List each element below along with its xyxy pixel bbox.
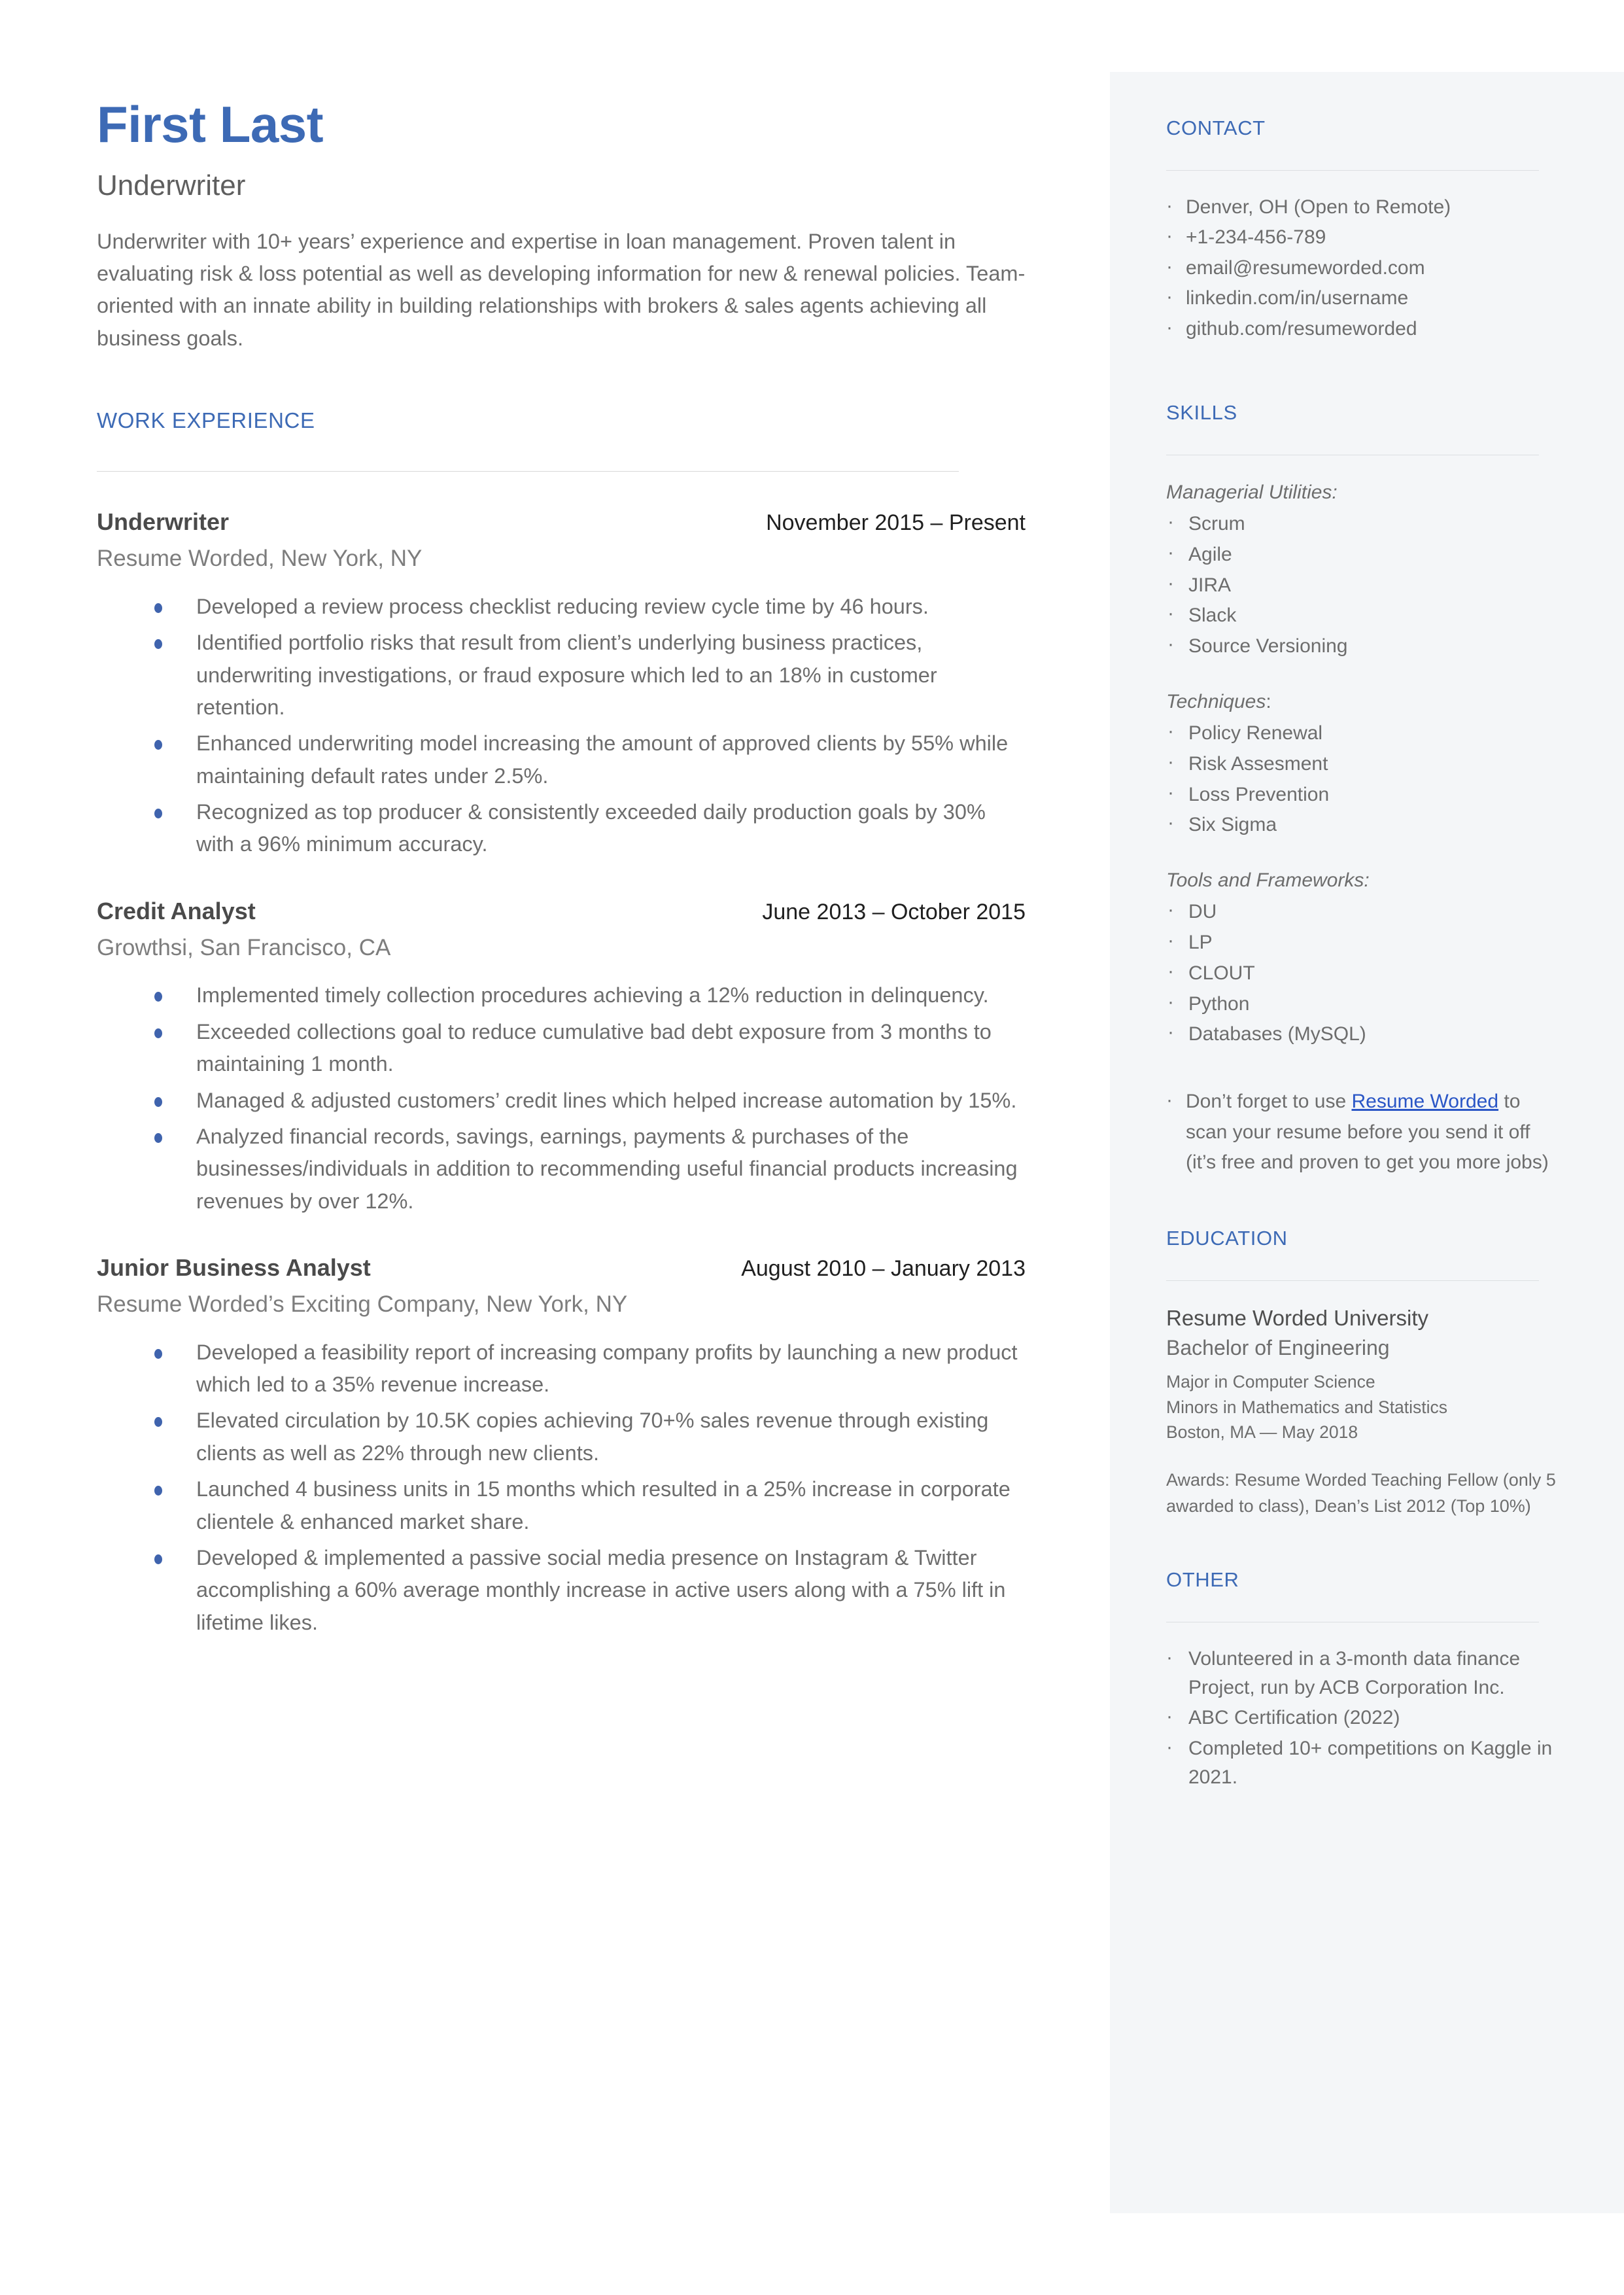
job-bullet-list: Developed a review process checklist red… (97, 591, 1026, 861)
contact-item: linkedin.com/in/username (1166, 283, 1565, 313)
contact-item: +1-234-456-789 (1166, 222, 1565, 252)
skill-group-label: Techniques: (1166, 690, 1271, 712)
skill-item: Six Sigma (1166, 808, 1565, 841)
skill-item-list: Policy RenewalRisk AssesmentLoss Prevent… (1166, 716, 1565, 841)
job-dates: August 2010 – January 2013 (741, 1256, 1026, 1282)
section-divider-education (1166, 1280, 1539, 1281)
skill-item: Agile (1166, 538, 1565, 570)
work-experience-entry: Junior Business Analyst August 2010 – Jan… (97, 1254, 1045, 1639)
job-bullet: Managed & adjusted customers’ credit lin… (154, 1085, 1026, 1117)
job-bullet: Implemented timely collection procedures… (154, 979, 1026, 1011)
job-bullet: Exceeded collections goal to reduce cumu… (154, 1016, 1026, 1081)
job-dates: June 2013 – October 2015 (762, 899, 1026, 924)
job-header-row: Credit Analyst June 2013 – October 2015 (97, 898, 1026, 925)
job-role: Junior Business Analyst (97, 1254, 371, 1282)
job-company-location: Growthsi, San Francisco, CA (97, 934, 391, 960)
contact-item: email@resumeworded.com (1166, 253, 1565, 283)
section-heading-education: EDUCATION (1166, 1226, 1288, 1250)
skills-list: Managerial Utilities: ScrumAgileJIRASlack… (1166, 479, 1565, 1050)
skill-item: DU (1166, 895, 1565, 928)
skill-group: Managerial Utilities: ScrumAgileJIRASlack… (1166, 479, 1565, 662)
section-heading-other: OTHER (1166, 1568, 1239, 1591)
skill-item: JIRA (1166, 569, 1565, 601)
candidate-name: First Last (97, 96, 324, 153)
section-heading-contact: CONTACT (1166, 116, 1266, 139)
candidate-job-title: Underwriter (97, 169, 246, 201)
skill-item-list: DULPCLOUTPythonDatabases (MySQL) (1166, 895, 1565, 1050)
education-major: Major in Computer Science (1166, 1372, 1375, 1392)
skill-item-list: ScrumAgileJIRASlackSource Versioning (1166, 507, 1565, 662)
resume-page: First Last Underwriter Underwriter with … (0, 0, 1624, 2295)
job-role: Underwriter (97, 508, 230, 536)
job-header-row: Junior Business Analyst August 2010 – Jan… (97, 1254, 1026, 1282)
skill-item: Python (1166, 987, 1565, 1020)
skill-item: Loss Prevention (1166, 778, 1565, 811)
job-company-location: Resume Worded, New York, NY (97, 546, 423, 572)
resume-worded-promo: Don’t forget to use Resume Worded to sca… (1166, 1085, 1565, 1178)
other-item: Completed 10+ competitions on Kaggle in … (1166, 1733, 1565, 1793)
education-awards: Awards: Resume Worded Teaching Fellow (o… (1166, 1469, 1556, 1516)
other-item: ABC Certification (2022) (1166, 1702, 1565, 1732)
work-experience-entry: Credit Analyst June 2013 – October 2015 Gr… (97, 898, 1045, 1218)
job-dates: November 2015 – Present (766, 510, 1026, 536)
sidebar: CONTACT Denver, OH (Open to Remote)+1-23… (1110, 72, 1624, 2213)
job-bullet-list: Implemented timely collection procedures… (97, 979, 1026, 1218)
job-bullet: Launched 4 business units in 15 months w… (154, 1473, 1026, 1538)
job-bullet: Analyzed financial records, savings, ear… (154, 1121, 1026, 1218)
job-bullet: Identified portfolio risks that result f… (154, 627, 1026, 724)
education-minors: Minors in Mathematics and Statistics (1166, 1397, 1448, 1417)
section-divider-work-experience (97, 471, 959, 472)
contact-list: Denver, OH (Open to Remote)+1-234-456-78… (1166, 192, 1565, 343)
job-role: Credit Analyst (97, 897, 256, 924)
main-content-column: First Last Underwriter Underwriter with … (97, 96, 1045, 1643)
job-bullet: Elevated circulation by 10.5K copies ach… (154, 1405, 1026, 1469)
job-bullet-list: Developed a feasibility report of increa… (97, 1337, 1026, 1639)
section-divider-contact (1166, 170, 1539, 171)
skill-group-label: Tools and Frameworks: (1166, 869, 1370, 892)
job-bullet: Enhanced underwriting model increasing t… (154, 727, 1026, 792)
job-company-location: Resume Worded’s Exciting Company, New Yo… (97, 1291, 628, 1318)
skill-item: Slack (1166, 599, 1565, 631)
resume-worded-link[interactable]: Resume Worded (1351, 1091, 1498, 1112)
section-heading-skills: SKILLS (1166, 400, 1237, 424)
skill-item: CLOUT (1166, 956, 1565, 989)
skill-item: Scrum (1166, 507, 1565, 540)
job-header-row: Underwriter November 2015 – Present (97, 508, 1026, 536)
job-bullet: Developed a review process checklist red… (154, 591, 1026, 623)
education-location-date: Boston, MA — May 2018 (1166, 1422, 1358, 1443)
job-bullet: Developed & implemented a passive social… (154, 1542, 1026, 1639)
section-heading-work-experience: WORK EXPERIENCE (97, 408, 315, 433)
skill-item: Databases (MySQL) (1166, 1017, 1565, 1050)
skill-item: Risk Assesment (1166, 747, 1565, 780)
work-experience-list: Underwriter November 2015 – Present Resume… (97, 508, 1045, 1639)
skill-item: Source Versioning (1166, 629, 1565, 662)
job-bullet: Developed a feasibility report of increa… (154, 1337, 1026, 1401)
skill-item: Policy Renewal (1166, 716, 1565, 749)
job-bullet: Recognized as top producer & consistentl… (154, 796, 1026, 861)
professional-summary: Underwriter with 10+ years’ experience a… (97, 229, 1026, 350)
promo-text-before: Don’t forget to use (1186, 1091, 1352, 1113)
skill-group: Techniques: Policy RenewalRisk AssesmentL… (1166, 688, 1565, 841)
other-list: Volunteered in a 3-month data finance Pr… (1166, 1643, 1565, 1793)
contact-item: github.com/resumeworded (1166, 313, 1565, 343)
other-item: Volunteered in a 3-month data finance Pr… (1166, 1643, 1565, 1703)
education-degree: Bachelor of Engineering (1166, 1335, 1390, 1359)
education-school: Resume Worded University (1166, 1305, 1429, 1330)
skill-item: LP (1166, 926, 1565, 958)
skill-group-label: Managerial Utilities: (1166, 481, 1338, 503)
work-experience-entry: Underwriter November 2015 – Present Resume… (97, 508, 1045, 861)
skill-group: Tools and Frameworks: DULPCLOUTPythonData… (1166, 867, 1565, 1050)
contact-item: Denver, OH (Open to Remote) (1166, 192, 1565, 222)
